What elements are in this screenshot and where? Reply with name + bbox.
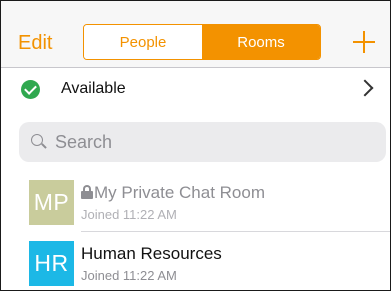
room-joined-time: Joined 11:22 AM: [81, 268, 177, 283]
room-row-human-resources[interactable]: HR Human Resources Joined 11:22 AM: [1, 234, 390, 288]
room-title: My Private Chat Room: [81, 183, 265, 203]
room-title: Human Resources: [81, 244, 222, 264]
room-title-text: My Private Chat Room: [94, 183, 265, 202]
search-icon: [31, 134, 43, 146]
avatar-initials: HR: [34, 250, 69, 276]
room-joined-time: Joined 11:22 AM: [81, 207, 177, 222]
plus-icon[interactable]: [353, 31, 375, 53]
people-rooms-segmented-control: People Rooms: [83, 24, 321, 60]
status-label: Available: [61, 80, 126, 97]
availability-status-row[interactable]: Available: [1, 68, 390, 108]
room-title-text: Human Resources: [81, 244, 222, 263]
tab-people[interactable]: People: [84, 25, 202, 59]
lock-icon: [81, 185, 93, 199]
avatar-initials: MP: [33, 189, 70, 215]
search-bar[interactable]: [19, 122, 386, 162]
check-circle-icon: [21, 80, 40, 99]
avatar: MP: [29, 180, 74, 225]
tab-rooms[interactable]: Rooms: [202, 25, 320, 59]
edit-button[interactable]: Edit: [18, 33, 52, 53]
avatar: HR: [29, 241, 74, 286]
chevron-right-icon: [356, 79, 374, 97]
search-input[interactable]: [55, 122, 375, 162]
room-row-my-private-chat-room[interactable]: MP My Private Chat Room Joined 11:22 AM: [1, 173, 390, 227]
row-divider: [81, 231, 390, 232]
navigation-bar: Edit People Rooms: [1, 1, 390, 67]
search-area: [1, 108, 390, 168]
rooms-screen: Edit People Rooms Available MP My Privat…: [0, 0, 391, 291]
